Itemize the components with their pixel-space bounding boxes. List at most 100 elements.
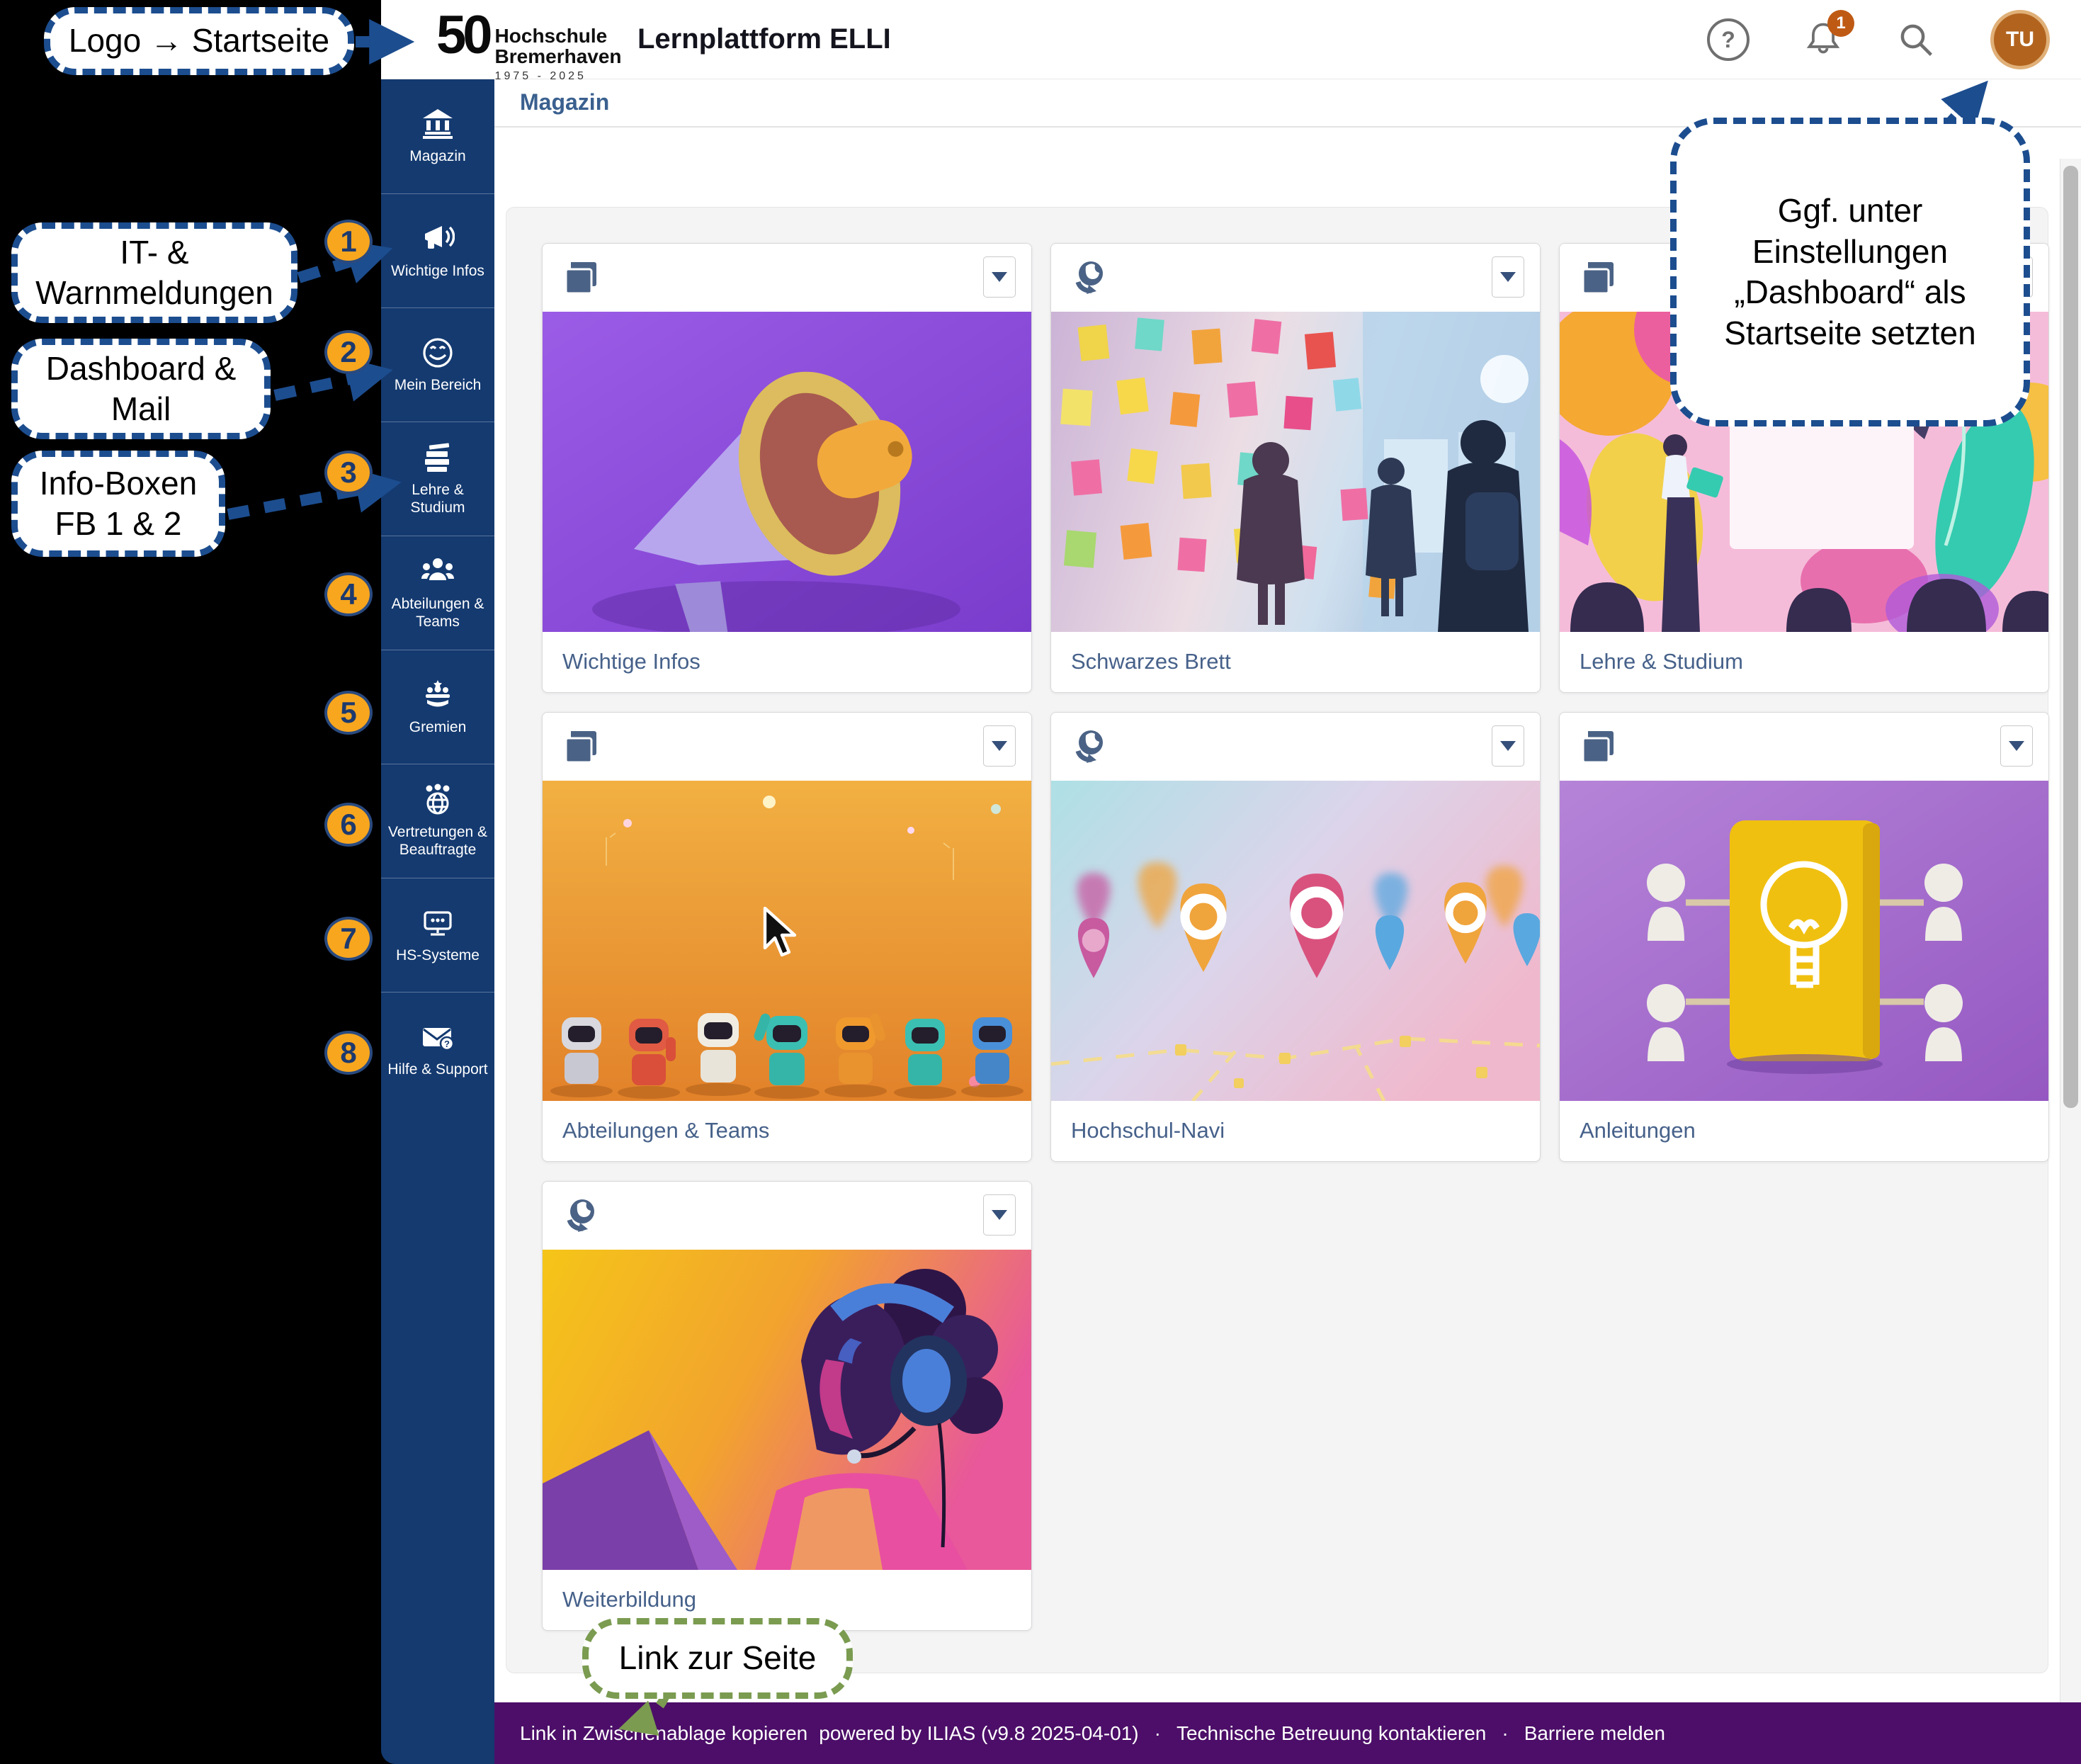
- card-wichtige-infos[interactable]: Wichtige Infos: [542, 243, 1032, 693]
- sidebar-item-abteilungen-teams[interactable]: Abteilungen & Teams: [381, 536, 494, 650]
- step-badge-2: 2: [324, 330, 373, 374]
- annotation-info-boxen: Info-Boxen FB 1 & 2: [11, 451, 225, 557]
- card-actions-dropdown[interactable]: [983, 1194, 1016, 1236]
- sidebar-item-label: Magazin: [409, 148, 465, 166]
- mail-question-icon: ?: [421, 1020, 455, 1054]
- help-icon[interactable]: ?: [1707, 18, 1750, 61]
- card-title[interactable]: Wichtige Infos: [543, 632, 1031, 691]
- notifications-button[interactable]: 1: [1805, 20, 1842, 60]
- caret-down-icon: [2009, 741, 2024, 751]
- caret-down-icon: [992, 1210, 1007, 1220]
- sidebar-item-wichtige-infos[interactable]: Wichtige Infos: [381, 193, 494, 307]
- card-weiterbildung[interactable]: Weiterbildung: [542, 1181, 1032, 1631]
- card-title[interactable]: Abteilungen & Teams: [543, 1101, 1031, 1160]
- card-anleitungen[interactable]: Anleitungen: [1559, 712, 2049, 1162]
- powered-by-text: powered by ILIAS (v9.8 2025-04-01): [819, 1722, 1138, 1745]
- logo-name-line2: Bremerhaven: [495, 46, 622, 67]
- annotation-logo-startseite: Logo → Startseite: [44, 7, 354, 75]
- report-barrier-link[interactable]: Barriere melden: [1524, 1722, 1665, 1745]
- logo-name-line1: Hochschule: [495, 26, 622, 46]
- card-actions-dropdown[interactable]: [1492, 256, 1524, 298]
- annotation-link-zur-seite: Link zur Seite: [582, 1618, 853, 1699]
- top-bar: 50 Hochschule Bremerhaven 1975 - 2025 Le…: [381, 0, 2081, 79]
- weblink-globe-icon: [562, 1196, 602, 1236]
- footer-bar: Link in Zwischenablage kopieren powered …: [494, 1702, 2081, 1764]
- caret-down-icon: [1500, 272, 1516, 282]
- page-title: Lernplattform ELLI: [637, 0, 891, 78]
- caret-down-icon: [1500, 741, 1516, 751]
- step-badge-3: 3: [324, 451, 373, 494]
- sidebar-item-mein-bereich[interactable]: Mein Bereich: [381, 307, 494, 422]
- step-badge-4: 4: [324, 572, 373, 616]
- breadcrumb-magazin-link[interactable]: Magazin: [520, 79, 609, 125]
- logo-hochschule-bremerhaven[interactable]: 50 Hochschule Bremerhaven 1975 - 2025: [436, 4, 622, 83]
- folder-icon: [562, 258, 602, 298]
- arrow-to-mein-bereich: [275, 373, 380, 395]
- scrollbar-thumb[interactable]: [2063, 166, 2078, 1108]
- sidebar-item-hilfe-support[interactable]: ? Hilfe & Support: [381, 992, 494, 1106]
- search-icon[interactable]: [1897, 21, 1935, 59]
- sidebar-item-vertretungen-beauftragte[interactable]: Vertretungen & Beauftragte: [381, 764, 494, 878]
- avatar[interactable]: TU: [1990, 10, 2050, 69]
- caret-down-icon: [992, 741, 1007, 751]
- card-hochschul-navi[interactable]: Hochschul-Navi: [1050, 712, 1541, 1162]
- step-badge-5: 5: [324, 691, 373, 735]
- card-actions-dropdown[interactable]: [983, 725, 1016, 767]
- monitor-icon: [421, 906, 455, 940]
- sidebar-item-label: Wichtige Infos: [391, 263, 484, 281]
- sidebar-item-label: Hilfe & Support: [387, 1061, 487, 1079]
- footer-separator: ·: [1155, 1722, 1161, 1745]
- sidebar-item-label: Mein Bereich: [395, 377, 482, 395]
- card-title[interactable]: Lehre & Studium: [1560, 632, 2048, 691]
- card-actions-dropdown[interactable]: [1492, 725, 1524, 767]
- step-badge-6: 6: [324, 803, 373, 847]
- notification-count-badge: 1: [1827, 10, 1854, 37]
- folder-icon: [1580, 727, 1619, 767]
- card-image-sticky-notes: [1051, 312, 1540, 632]
- card-title[interactable]: Schwarzes Brett: [1051, 632, 1540, 691]
- logo-years: 1975 - 2025: [495, 70, 622, 83]
- card-title[interactable]: Hochschul-Navi: [1051, 1101, 1540, 1160]
- people-icon: [421, 555, 455, 589]
- megaphone-icon: [421, 222, 455, 256]
- card-actions-dropdown[interactable]: [983, 256, 1016, 298]
- card-schwarzes-brett[interactable]: Schwarzes Brett: [1050, 243, 1541, 693]
- sidebar-item-lehre-studium[interactable]: Lehre & Studium: [381, 422, 494, 536]
- weblink-globe-icon: [1071, 258, 1111, 298]
- annotation-dashboard-mail: Dashboard & Mail: [11, 339, 271, 439]
- sidebar-item-label: Vertretungen & Beauftragte: [385, 824, 490, 859]
- card-title[interactable]: Anleitungen: [1560, 1101, 2048, 1160]
- step-badge-8: 8: [324, 1031, 373, 1075]
- repository-panel: Wichtige Infos: [506, 207, 2048, 1673]
- globe-people-icon: [421, 783, 455, 817]
- contact-support-link[interactable]: Technische Betreuung kontaktieren: [1176, 1722, 1486, 1745]
- card-actions-dropdown[interactable]: [2000, 725, 2033, 767]
- smiley-icon: [421, 336, 455, 370]
- committee-icon: [421, 678, 455, 712]
- sidebar-item-label: HS-Systeme: [396, 947, 480, 965]
- scrollbar-track[interactable]: [2060, 159, 2081, 1764]
- card-image-headphones: [543, 1250, 1031, 1570]
- sidebar-item-magazin[interactable]: Magazin: [381, 79, 494, 193]
- step-badge-7: 7: [324, 917, 373, 961]
- sidebar-item-label: Gremien: [409, 719, 467, 737]
- sidebar-item-label: Lehre & Studium: [385, 482, 490, 517]
- logo-anniversary: 50: [436, 4, 489, 83]
- card-image-robots: [543, 781, 1031, 1101]
- card-abteilungen-teams[interactable]: Abteilungen & Teams: [542, 712, 1032, 1162]
- bank-icon: [421, 107, 455, 141]
- card-image-map-pins: [1051, 781, 1540, 1101]
- svg-text:?: ?: [444, 1039, 450, 1049]
- sidebar-item-hs-systeme[interactable]: HS-Systeme: [381, 878, 494, 992]
- ilias-screen: 50 Hochschule Bremerhaven 1975 - 2025 Le…: [0, 0, 2081, 1764]
- copy-link-to-clipboard-link[interactable]: Link in Zwischenablage kopieren: [520, 1722, 807, 1745]
- caret-down-icon: [992, 272, 1007, 282]
- card-image-lightbulb: [1560, 781, 2048, 1101]
- folder-icon: [562, 727, 602, 767]
- annotation-dashboard-startseite: Ggf. unter Einstellungen „Dashboard“ als…: [1670, 118, 2030, 426]
- folder-icon: [1580, 258, 1619, 298]
- main-sidebar: Magazin Wichtige Infos Mein Bereich: [381, 79, 494, 1764]
- sidebar-item-label: Abteilungen & Teams: [385, 596, 490, 631]
- sidebar-item-gremien[interactable]: Gremien: [381, 650, 494, 764]
- books-icon: [421, 441, 455, 475]
